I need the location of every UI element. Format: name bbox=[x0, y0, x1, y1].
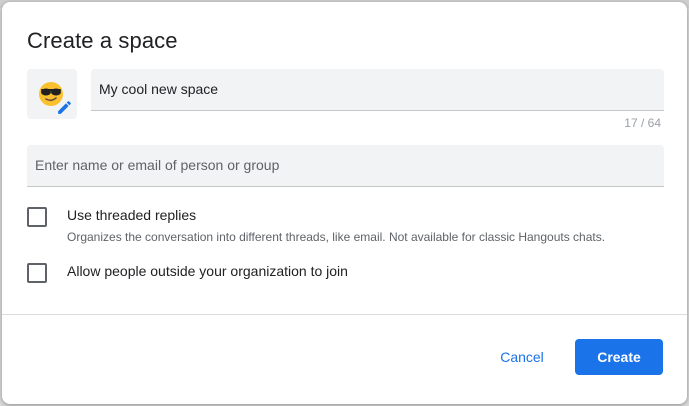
threaded-replies-label: Use threaded replies bbox=[67, 207, 197, 223]
space-name-field[interactable] bbox=[91, 69, 664, 111]
emoji-picker-button[interactable] bbox=[27, 69, 77, 119]
pencil-icon bbox=[58, 101, 71, 114]
cancel-button[interactable]: Cancel bbox=[489, 339, 555, 375]
footer-divider bbox=[2, 314, 687, 315]
create-space-dialog: Create a space 17 / 64 Use threaded repl… bbox=[2, 2, 687, 404]
people-search-field[interactable] bbox=[27, 145, 664, 187]
character-counter: 17 / 64 bbox=[624, 116, 661, 130]
space-name-input[interactable] bbox=[99, 69, 639, 109]
people-search-input[interactable] bbox=[35, 145, 635, 185]
dialog-title: Create a space bbox=[27, 28, 178, 53]
threaded-replies-description: Organizes the conversation into differen… bbox=[67, 230, 606, 244]
create-button[interactable]: Create bbox=[575, 339, 663, 375]
external-people-label: Allow people outside your organization t… bbox=[67, 263, 348, 279]
threaded-replies-checkbox[interactable] bbox=[27, 207, 47, 227]
external-people-checkbox[interactable] bbox=[27, 263, 47, 283]
